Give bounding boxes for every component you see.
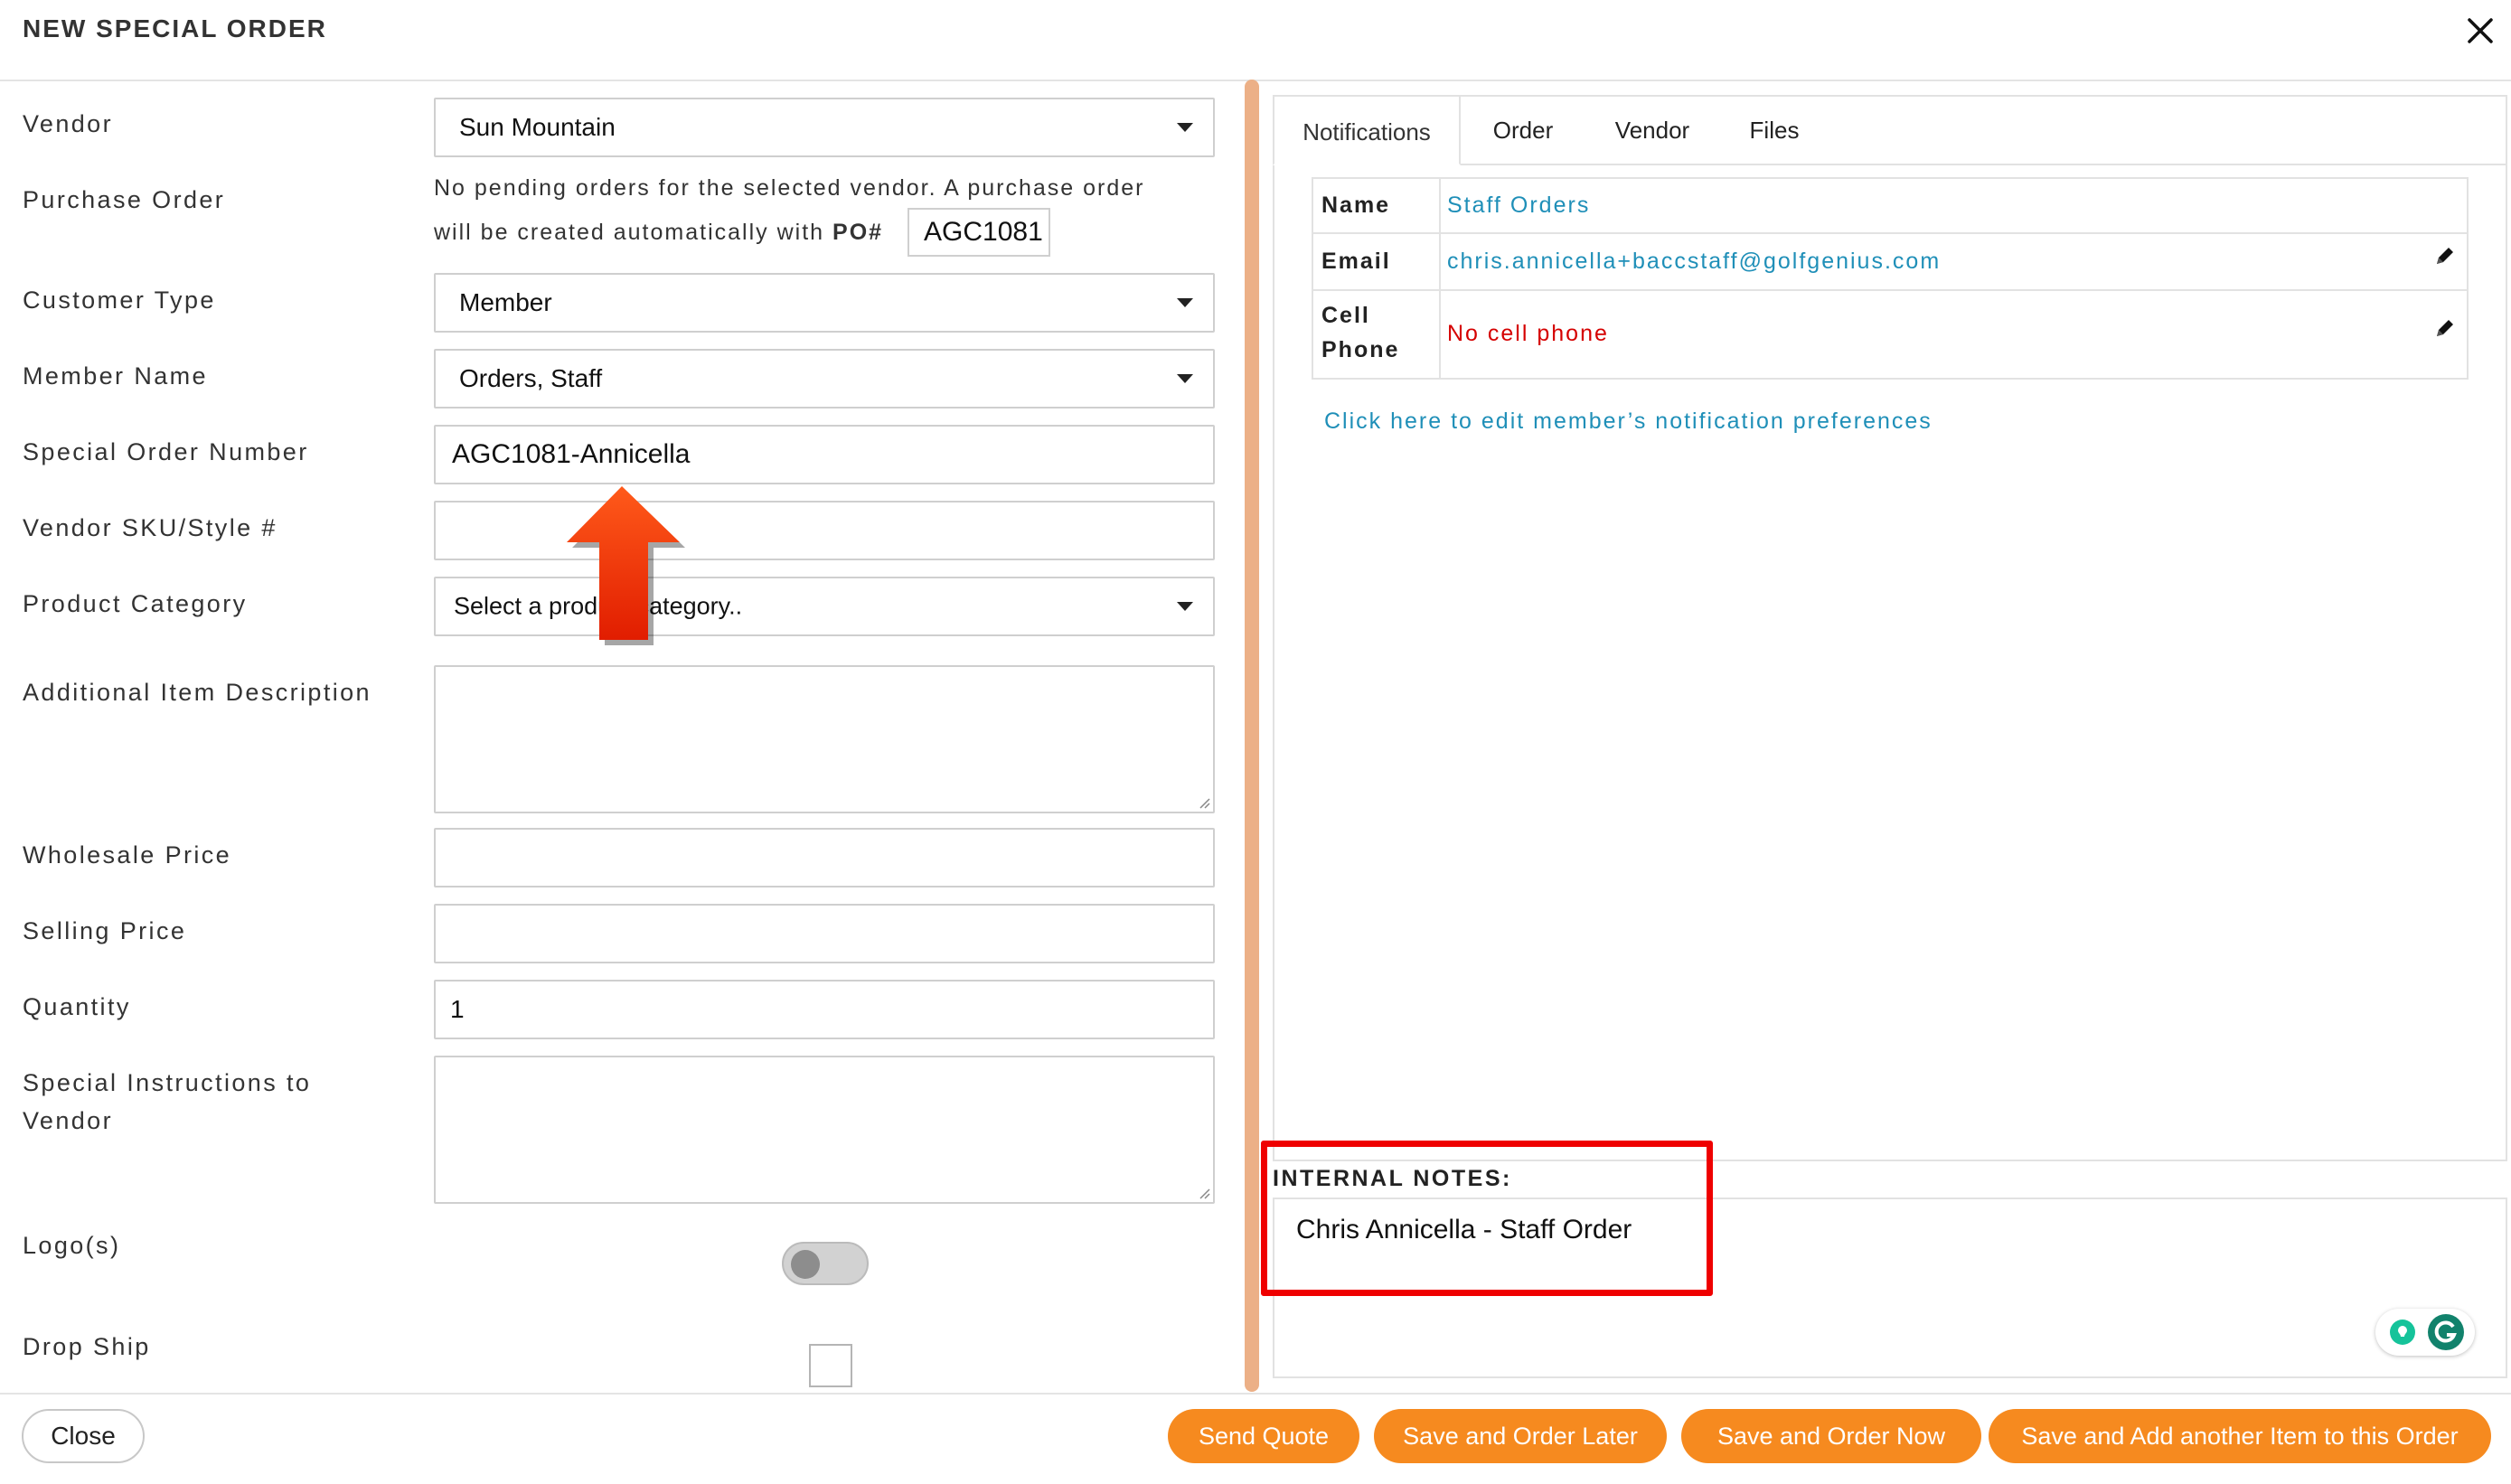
tab-files[interactable]: Files: [1721, 95, 1828, 165]
member-name-label: Member Name: [23, 362, 208, 390]
footer-divider: [0, 1393, 2511, 1395]
cell-phone-value: No cell phone: [1447, 321, 1609, 346]
logos-toggle[interactable]: [782, 1242, 869, 1285]
special-order-number-label: Special Order Number: [23, 438, 309, 465]
product-category-label: Product Category: [23, 590, 248, 617]
name-label: Name: [1321, 193, 1391, 218]
cell-phone-label: Cell Phone: [1321, 303, 1400, 362]
notification-preferences-link[interactable]: Click here to edit member’s notification…: [1324, 409, 1933, 435]
save-and-order-now-button[interactable]: Save and Order Now: [1681, 1409, 1981, 1463]
tab-vendor[interactable]: Vendor: [1594, 95, 1710, 165]
resize-handle-icon[interactable]: [1196, 1185, 1210, 1199]
save-and-add-another-item-button[interactable]: Save and Add another Item to this Order: [1989, 1409, 2491, 1463]
wholesale-price-input[interactable]: [434, 828, 1215, 888]
chevron-down-icon: [1177, 298, 1193, 307]
vendor-select[interactable]: Sun Mountain: [434, 98, 1215, 157]
po-message-line1: No pending orders for the selected vendo…: [434, 175, 1145, 201]
purchase-order-label: Purchase Order: [23, 186, 226, 213]
email-value: chris.annicella+baccstaff@golfgenius.com: [1447, 249, 1942, 274]
drop-ship-checkbox[interactable]: [809, 1344, 852, 1387]
edit-phone-pencil-icon[interactable]: [2433, 316, 2457, 340]
quantity-label: Quantity: [23, 993, 131, 1020]
special-instructions-textarea[interactable]: [434, 1056, 1215, 1204]
save-and-order-later-button[interactable]: Save and Order Later: [1374, 1409, 1667, 1463]
close-button[interactable]: Close: [22, 1409, 145, 1463]
additional-description-textarea[interactable]: [434, 665, 1215, 813]
logos-label: Logo(s): [23, 1232, 121, 1259]
chevron-down-icon: [1177, 602, 1193, 611]
customer-type-label: Customer Type: [23, 286, 216, 314]
email-label: Email: [1321, 249, 1391, 274]
special-order-number-input[interactable]: AGC1081-Annicella: [434, 425, 1215, 484]
vendor-sku-input[interactable]: [434, 501, 1215, 560]
special-order-dialog: NEW SPECIAL ORDER Vendor Purchase Order …: [0, 0, 2511, 1484]
chevron-down-icon: [1177, 123, 1193, 132]
customer-type-select[interactable]: Member: [434, 273, 1215, 333]
toggle-knob: [791, 1250, 820, 1279]
selling-price-label: Selling Price: [23, 917, 187, 944]
additional-description-label: Additional Item Description: [23, 679, 371, 706]
grammarly-widget[interactable]: [2375, 1309, 2475, 1356]
tab-notifications[interactable]: Notifications: [1273, 95, 1461, 165]
tab-order[interactable]: Order: [1470, 95, 1576, 165]
resize-handle-icon[interactable]: [1196, 794, 1210, 809]
vendor-label: Vendor: [23, 110, 113, 137]
form-scrollbar[interactable]: [1245, 80, 1259, 1392]
po-number-box: AGC1081: [908, 208, 1050, 257]
name-value: Staff Orders: [1447, 193, 1591, 218]
grammarly-icon: [2428, 1314, 2464, 1350]
chevron-down-icon: [1177, 374, 1193, 383]
edit-email-pencil-icon[interactable]: [2433, 244, 2457, 268]
member-name-select[interactable]: Orders, Staff: [434, 349, 1215, 409]
internal-notes-label: INTERNAL NOTES:: [1273, 1166, 1512, 1191]
po-message-line2: will be created automatically with PO#: [434, 220, 884, 245]
special-instructions-label: Special Instructions to Vendor: [23, 1069, 312, 1134]
wholesale-price-label: Wholesale Price: [23, 841, 232, 869]
product-category-select[interactable]: Select a product category..: [434, 577, 1215, 636]
vendor-sku-label: Vendor SKU/Style #: [23, 514, 277, 541]
selling-price-input[interactable]: [434, 904, 1215, 963]
dialog-title: NEW SPECIAL ORDER: [23, 14, 327, 42]
close-icon[interactable]: [2460, 11, 2500, 51]
quantity-input[interactable]: 1: [434, 980, 1215, 1039]
internal-notes-text: Chris Annicella - Staff Order: [1296, 1215, 1632, 1244]
send-quote-button[interactable]: Send Quote: [1168, 1409, 1359, 1463]
drop-ship-label: Drop Ship: [23, 1333, 151, 1360]
